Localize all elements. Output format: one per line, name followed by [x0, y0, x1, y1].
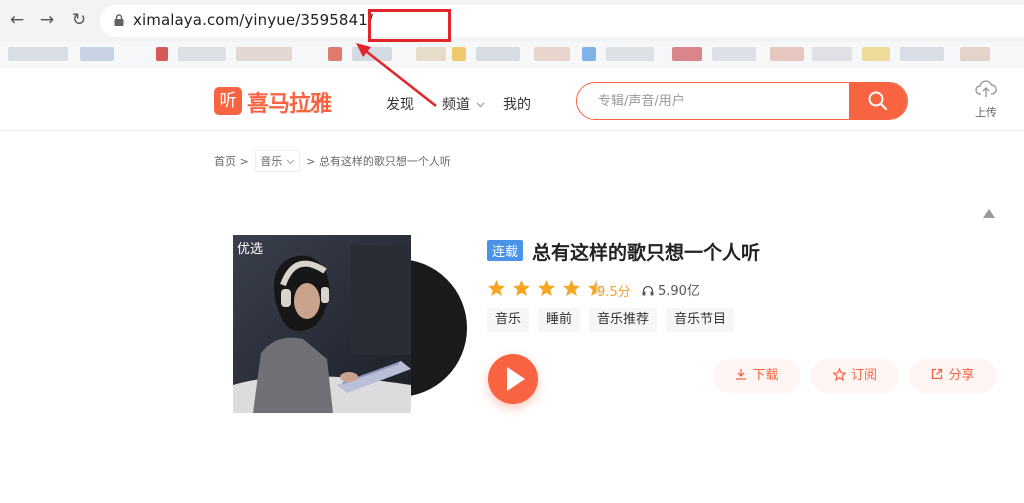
- download-label: 下载: [752, 368, 779, 383]
- bookmark-item[interactable]: [328, 47, 342, 61]
- download-icon: [736, 369, 747, 380]
- search-icon: [868, 91, 888, 111]
- back-icon[interactable]: ←: [6, 9, 28, 31]
- nav-discover[interactable]: 发现: [386, 94, 414, 114]
- bookmark-item[interactable]: [770, 47, 804, 61]
- album-cover[interactable]: 优选: [233, 235, 467, 413]
- play-icon: [507, 367, 525, 391]
- breadcrumb-current: 总有这样的歌只想一个人听: [318, 155, 451, 168]
- search-button[interactable]: [849, 83, 907, 119]
- cover-image: 优选: [233, 235, 411, 413]
- bookmark-item[interactable]: [534, 47, 570, 61]
- tag-item[interactable]: 音乐节目: [666, 308, 735, 332]
- bookmarks-bar: [0, 42, 1024, 68]
- upload-label: 上传: [975, 106, 997, 119]
- tag-item[interactable]: 睡前: [538, 308, 581, 332]
- share-button[interactable]: 分享: [909, 359, 997, 393]
- nav-mine[interactable]: 我的: [503, 94, 531, 114]
- star-icon: [538, 279, 556, 297]
- bookmark-item[interactable]: [900, 47, 944, 61]
- nav-channels-label: 频道: [442, 97, 470, 113]
- bookmark-item[interactable]: [352, 47, 392, 61]
- scroll-top-icon[interactable]: [983, 209, 995, 218]
- upload-button[interactable]: 上传: [968, 80, 1004, 120]
- download-button[interactable]: 下载: [713, 359, 801, 393]
- bookmark-item[interactable]: [476, 47, 520, 61]
- subscribe-button[interactable]: 订阅: [811, 359, 899, 393]
- star-icon: [513, 279, 531, 297]
- bookmark-item[interactable]: [452, 47, 466, 61]
- lock-icon: [114, 14, 124, 26]
- cover-illustration: [233, 235, 411, 413]
- status-badge: 连载: [487, 240, 524, 261]
- logo-icon[interactable]: 听: [214, 87, 242, 115]
- breadcrumb-category[interactable]: 音乐: [255, 150, 300, 172]
- breadcrumb-home[interactable]: 首页: [214, 155, 236, 168]
- address-bar[interactable]: ximalaya.com/yinyue/3595841/: [100, 5, 1024, 42]
- share-icon: [932, 368, 943, 380]
- tag-item[interactable]: 音乐: [487, 308, 530, 332]
- nav-channels[interactable]: 频道: [442, 94, 485, 114]
- breadcrumb-category-label: 音乐: [260, 155, 283, 168]
- bookmark-item[interactable]: [606, 47, 654, 61]
- bookmark-item[interactable]: [178, 47, 226, 61]
- bookmark-item[interactable]: [582, 47, 596, 61]
- bookmark-item[interactable]: [80, 47, 114, 61]
- bookmark-item[interactable]: [712, 47, 756, 61]
- cloud-upload-icon: [975, 80, 997, 97]
- bookmark-item[interactable]: [672, 47, 702, 61]
- bookmark-item[interactable]: [416, 47, 446, 61]
- site-header: 听 喜马拉雅 发现 频道 我的 上传: [0, 68, 1024, 131]
- play-count: 5.90亿: [642, 280, 700, 299]
- bookmark-item[interactable]: [236, 47, 292, 61]
- chevron-down-icon: [477, 102, 485, 108]
- browser-toolbar: ← → ↻ ximalaya.com/yinyue/3595841/: [0, 0, 1024, 42]
- cover-badge: 优选: [237, 242, 264, 257]
- bookmark-item[interactable]: [8, 47, 68, 61]
- search-box: [576, 82, 908, 120]
- play-count-value: 5.90亿: [658, 284, 700, 299]
- url-text: ximalaya.com/yinyue/3595841/: [133, 11, 374, 29]
- bookmark-item[interactable]: [156, 47, 168, 61]
- tag-item[interactable]: 音乐推荐: [589, 308, 658, 332]
- logo-text[interactable]: 喜马拉雅: [247, 86, 332, 118]
- breadcrumb: 首页 > 音乐 > 总有这样的歌只想一个人听: [214, 150, 451, 172]
- url-id-highlight: [368, 9, 451, 42]
- album-title: 总有这样的歌只想一个人听: [532, 242, 761, 264]
- chevron-down-icon: [286, 159, 295, 165]
- bookmark-item[interactable]: [960, 47, 990, 61]
- bookmark-item[interactable]: [812, 47, 852, 61]
- tag-list: 音乐 睡前 音乐推荐 音乐节目: [487, 308, 743, 332]
- rating-score: 9.5分: [597, 285, 631, 300]
- headphones-icon: [642, 285, 654, 296]
- rating-stars: [487, 279, 607, 301]
- breadcrumb-separator: >: [306, 155, 316, 168]
- reload-icon[interactable]: ↻: [68, 9, 90, 31]
- forward-icon[interactable]: →: [36, 9, 58, 31]
- subscribe-label: 订阅: [850, 368, 877, 383]
- breadcrumb-separator: >: [239, 155, 249, 168]
- star-icon: [487, 279, 506, 297]
- star-icon: [563, 279, 581, 297]
- bookmark-item[interactable]: [862, 47, 890, 61]
- share-label: 分享: [948, 368, 975, 383]
- star-outline-icon: [832, 367, 847, 382]
- play-button[interactable]: [488, 354, 538, 404]
- search-input[interactable]: [577, 83, 851, 119]
